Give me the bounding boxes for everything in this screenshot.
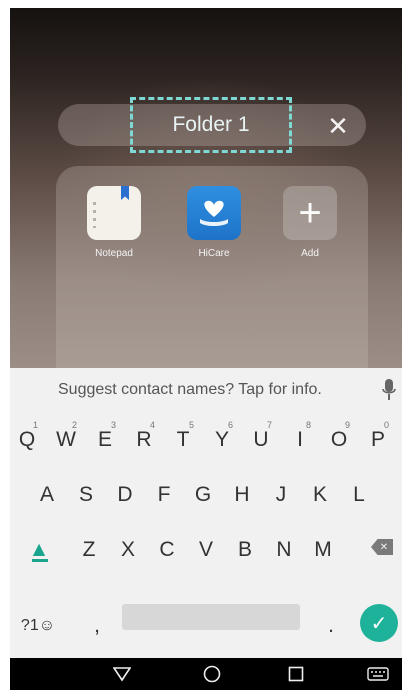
folder-name-input[interactable]: Folder 1	[130, 97, 292, 153]
notepad-icon	[87, 186, 141, 240]
on-screen-keyboard: Suggest contact names? Tap for info. Q1 …	[10, 368, 402, 658]
key-m[interactable]: M	[308, 528, 338, 572]
key-h[interactable]: H	[227, 473, 257, 517]
close-icon[interactable]: ✕	[324, 112, 352, 140]
key-row-2: A S D F G H J K L	[10, 473, 402, 517]
key-r[interactable]: R4	[129, 418, 159, 462]
phone-screen: Folder 1 ✕ Notepad HiCare + Add Suggest …	[10, 8, 402, 690]
app-label-add: Add	[301, 248, 319, 259]
key-w[interactable]: W2	[51, 418, 81, 462]
key-k[interactable]: K	[305, 473, 335, 517]
back-triangle-icon[interactable]	[110, 662, 134, 686]
app-label-hicare: HiCare	[198, 248, 230, 259]
key-s[interactable]: S	[71, 473, 101, 517]
shift-arrow-icon[interactable]: ▲	[24, 528, 54, 572]
key-i[interactable]: I8	[285, 418, 315, 462]
key-row-3: ▲ Z X C V B N M ✕	[10, 528, 402, 572]
key-u[interactable]: U7	[246, 418, 276, 462]
key-t[interactable]: T5	[168, 418, 198, 462]
key-n[interactable]: N	[269, 528, 299, 572]
folder-overlay-background: Folder 1 ✕ Notepad HiCare + Add	[10, 8, 402, 406]
key-f[interactable]: F	[149, 473, 179, 517]
keyboard-switch-icon[interactable]	[366, 662, 390, 686]
checkmark-icon[interactable]: ✓	[360, 604, 398, 642]
key-c[interactable]: C	[152, 528, 182, 572]
space-bar[interactable]	[122, 604, 300, 630]
app-add[interactable]: + Add	[270, 186, 350, 259]
home-circle-icon[interactable]	[200, 662, 224, 686]
comma-key[interactable]: ,	[82, 604, 112, 648]
key-z[interactable]: Z	[74, 528, 104, 572]
key-a[interactable]: A	[32, 473, 62, 517]
key-j[interactable]: J	[266, 473, 296, 517]
app-label-notepad: Notepad	[95, 248, 133, 259]
key-e[interactable]: E3	[90, 418, 120, 462]
backspace-icon[interactable]: ✕	[371, 539, 393, 555]
key-l[interactable]: L	[344, 473, 374, 517]
key-x[interactable]: X	[113, 528, 143, 572]
suggestion-text: Suggest contact names? Tap for info.	[58, 381, 322, 398]
key-row-1: Q1 W2 E3 R4 T5 Y6 U7 I8 O9 P0	[10, 418, 402, 462]
navigation-bar	[10, 658, 402, 690]
key-row-bottom: ?1☺ , . ✓	[10, 604, 402, 648]
key-g[interactable]: G	[188, 473, 218, 517]
app-notepad[interactable]: Notepad	[74, 186, 154, 259]
hicare-heart-hand-icon	[187, 186, 241, 240]
key-q[interactable]: Q1	[12, 418, 42, 462]
key-v[interactable]: V	[191, 528, 221, 572]
app-hicare[interactable]: HiCare	[174, 186, 254, 259]
symbols-key[interactable]: ?1☺	[18, 604, 58, 648]
microphone-icon[interactable]	[382, 378, 396, 402]
suggestion-strip[interactable]: Suggest contact names? Tap for info.	[10, 368, 402, 412]
recents-square-icon[interactable]	[284, 662, 308, 686]
key-p[interactable]: P0	[363, 418, 393, 462]
key-y[interactable]: Y6	[207, 418, 237, 462]
key-d[interactable]: D	[110, 473, 140, 517]
key-b[interactable]: B	[230, 528, 260, 572]
key-o[interactable]: O9	[324, 418, 354, 462]
plus-icon: +	[283, 186, 337, 240]
period-key[interactable]: .	[316, 604, 346, 648]
